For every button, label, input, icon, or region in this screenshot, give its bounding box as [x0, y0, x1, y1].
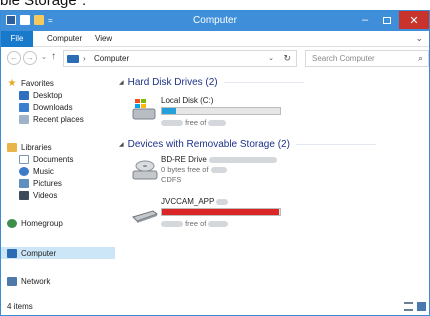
homegroup-icon — [7, 218, 17, 228]
group-removable-storage[interactable]: ◢ Devices with Removable Storage (2) — [119, 137, 376, 151]
refresh-icon[interactable]: ↻ — [283, 53, 291, 64]
network-icon — [7, 276, 17, 286]
nav-desktop[interactable]: Desktop — [19, 89, 62, 101]
nav-music-label: Music — [33, 166, 54, 176]
nav-documents[interactable]: Documents — [19, 153, 73, 165]
nav-documents-label: Documents — [33, 154, 74, 164]
nav-favorites[interactable]: ★ Favorites — [7, 77, 54, 89]
computer-icon — [67, 55, 79, 63]
nav-downloads[interactable]: Downloads — [19, 101, 73, 113]
minimize-button[interactable]: – — [353, 11, 377, 29]
nav-recent-places[interactable]: Recent places — [19, 113, 84, 125]
search-icon[interactable]: ⌕ — [418, 53, 423, 64]
content-pane: ◢ Hard Disk Drives (2) Local Disk (C:) f… — [119, 71, 429, 301]
drive-jvccam-usage-bar — [161, 208, 281, 216]
drive-local-name: Local Disk (C:) — [161, 96, 214, 105]
drive-bd-re[interactable]: BD-RE Drive 0 bytes free of CDFS — [131, 153, 331, 189]
recent-locations-icon[interactable]: ⌄ — [41, 53, 47, 61]
details-view-icon[interactable] — [404, 302, 413, 311]
address-row: ← → ⌄ ↑ › Computer ⌄ ↻ Search Computer ⌕ — [1, 48, 429, 70]
libraries-icon — [7, 142, 17, 152]
expand-ribbon-icon[interactable]: ⌄ — [415, 33, 423, 44]
documents-icon — [19, 154, 29, 164]
drive-bd-filesystem: CDFS — [161, 175, 182, 184]
nav-downloads-label: Downloads — [33, 102, 73, 112]
explorer-window: = Computer – ✕ File Computer View ⌄ ← → … — [0, 10, 430, 316]
search-input[interactable]: Search Computer ⌕ — [305, 50, 429, 67]
drive-bd-free: 0 bytes free of — [161, 165, 227, 174]
status-bar: 4 items — [1, 299, 429, 315]
drive-jvccam-app[interactable]: JVCCAM_APP free of — [131, 195, 331, 231]
desktop-icon — [19, 90, 29, 100]
tab-computer[interactable]: Computer — [39, 31, 90, 47]
drive-bd-name: BD-RE Drive — [161, 155, 278, 164]
drive-jvccam-usage-fill — [162, 209, 279, 215]
ribbon-tabs: File Computer View ⌄ — [1, 31, 429, 47]
address-bar[interactable]: › Computer ⌄ ↻ — [63, 50, 297, 67]
breadcrumb-computer[interactable]: Computer — [94, 54, 129, 63]
drive-local-usage-bar — [161, 107, 281, 115]
drive-local-disk[interactable]: Local Disk (C:) free of — [131, 93, 331, 129]
forward-button[interactable]: → — [23, 51, 37, 65]
music-icon — [19, 166, 29, 176]
breadcrumb-separator-icon: › — [83, 54, 86, 63]
nav-libraries-label: Libraries — [21, 142, 52, 152]
nav-pictures-label: Pictures — [33, 178, 62, 188]
item-count: 4 items — [7, 302, 33, 311]
nav-desktop-label: Desktop — [33, 90, 63, 100]
collapse-icon: ◢ — [119, 141, 124, 148]
close-button[interactable]: ✕ — [399, 11, 429, 29]
nav-libraries[interactable]: Libraries — [7, 141, 52, 153]
removable-drive-icon — [132, 210, 159, 223]
address-dropdown-icon[interactable]: ⌄ — [268, 54, 274, 62]
downloads-icon — [19, 102, 29, 112]
nav-network[interactable]: Network — [7, 275, 50, 287]
group-removable-label: Devices with Removable Storage (2) — [127, 138, 290, 150]
drive-jvccam-name: JVCCAM_APP — [161, 197, 229, 206]
navigation-pane: ★ Favorites Desktop Downloads Recent pla… — [1, 71, 115, 301]
group-divider — [223, 81, 304, 83]
nav-videos-label: Videos — [33, 190, 58, 200]
tab-view[interactable]: View — [87, 31, 120, 47]
tab-file[interactable]: File — [1, 31, 33, 47]
nav-network-label: Network — [21, 276, 51, 286]
maximize-button[interactable] — [375, 11, 399, 29]
caption-text: ble Storage". — [0, 0, 87, 9]
nav-computer[interactable]: Computer — [1, 247, 115, 259]
drive-local-free: free of — [161, 118, 227, 127]
group-divider — [295, 143, 376, 145]
group-hdd-label: Hard Disk Drives (2) — [127, 76, 218, 88]
recent-places-icon — [19, 114, 29, 124]
up-button[interactable]: ↑ — [51, 51, 56, 62]
windows-drive-icon — [132, 99, 156, 120]
search-placeholder: Search Computer — [312, 54, 375, 63]
nav-pictures[interactable]: Pictures — [19, 177, 62, 189]
title-bar: = Computer – ✕ — [1, 11, 429, 31]
drive-local-usage-fill — [162, 108, 177, 114]
computer-icon — [7, 248, 17, 258]
nav-homegroup[interactable]: Homegroup — [7, 217, 63, 229]
nav-music[interactable]: Music — [19, 165, 54, 177]
large-icons-view-icon[interactable] — [417, 302, 426, 311]
nav-homegroup-label: Homegroup — [21, 218, 63, 228]
star-icon: ★ — [7, 77, 17, 89]
drive-jvccam-free: free of — [161, 219, 229, 228]
collapse-icon: ◢ — [119, 79, 124, 86]
nav-recent-places-label: Recent places — [33, 114, 84, 124]
back-button[interactable]: ← — [7, 51, 21, 65]
optical-drive-icon — [132, 160, 158, 180]
nav-videos[interactable]: Videos — [19, 189, 57, 201]
nav-computer-label: Computer — [21, 248, 57, 258]
group-hard-disk-drives[interactable]: ◢ Hard Disk Drives (2) — [119, 75, 304, 89]
videos-icon — [19, 190, 29, 200]
pictures-icon — [19, 178, 29, 188]
nav-favorites-label: Favorites — [21, 78, 54, 88]
